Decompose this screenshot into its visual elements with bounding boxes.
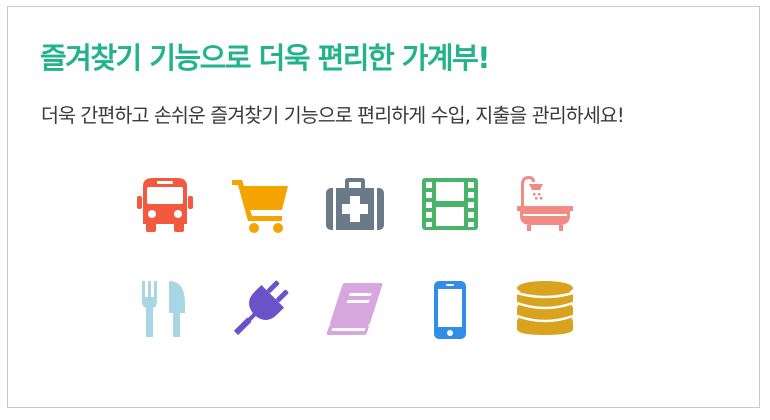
- fork-knife-icon: [142, 281, 185, 337]
- bus-icon: [137, 178, 193, 232]
- favorites-banner: 즐겨찾기 기능으로 더욱 편리한 가계부! 더욱 간편하고 손쉬운 즐겨찾기 기…: [7, 6, 760, 408]
- plug-icon: [233, 280, 289, 336]
- banner-title: 즐겨찾기 기능으로 더욱 편리한 가계부!: [40, 41, 491, 75]
- banner-subtitle: 더욱 간편하고 손쉬운 즐겨찾기 기능으로 편리하게 수입, 지출을 관리하세요…: [41, 104, 625, 127]
- first-aid-kit-icon: [326, 178, 384, 230]
- smartphone-icon: [434, 281, 466, 339]
- coins-icon: [516, 281, 574, 335]
- book-icon: [326, 283, 383, 335]
- bathtub-icon: [517, 176, 573, 231]
- film-icon: [422, 178, 478, 230]
- shopping-cart-icon: [232, 180, 288, 233]
